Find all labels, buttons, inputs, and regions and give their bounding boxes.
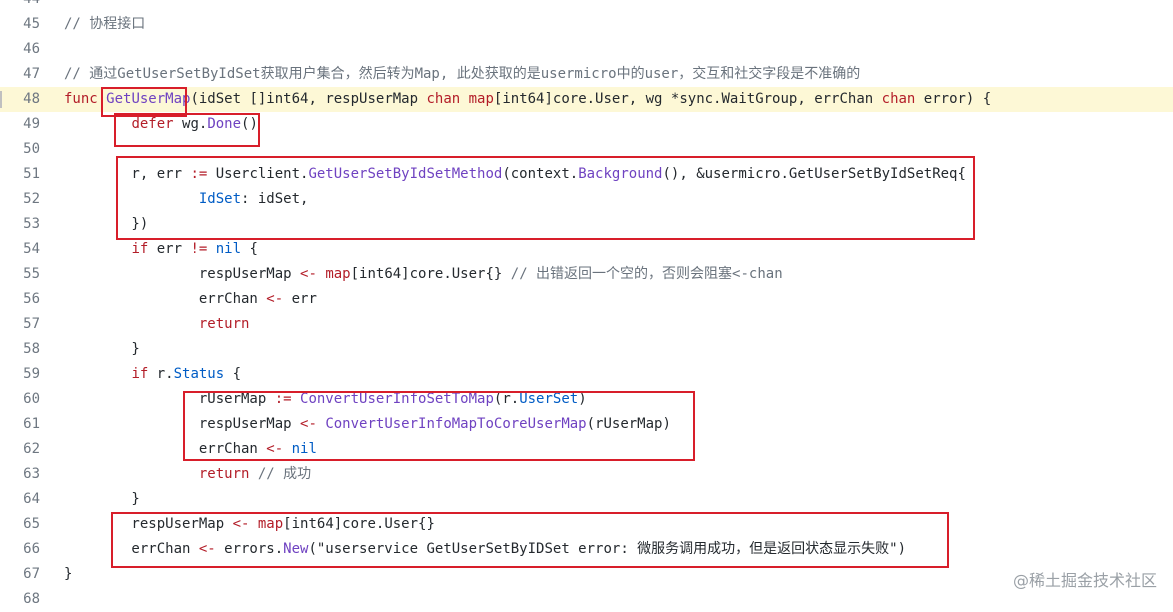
code-text: return // 成功 (64, 462, 311, 487)
code-token: } (64, 566, 73, 582)
highlight-box-success-branch (183, 391, 695, 461)
code-token: return (198, 316, 250, 332)
code-token: Status (173, 366, 225, 382)
code-text: // 协程接口 (64, 12, 145, 37)
code-line[interactable]: 58 } (0, 337, 1173, 362)
code-text: respUserMap <- map[int64]core.User{} // … (64, 262, 783, 287)
line-number: 53 (23, 216, 40, 232)
line-number: 45 (23, 16, 40, 32)
code-token: nil (215, 241, 242, 257)
code-token: if (131, 241, 149, 257)
line-number: 60 (23, 391, 40, 407)
line-number: 65 (23, 516, 40, 532)
code-token: != (190, 241, 208, 257)
line-number: 46 (23, 41, 40, 57)
code-token: [int64]core.User{} (350, 266, 511, 282)
code-token: } (64, 491, 140, 507)
line-number: 52 (23, 191, 40, 207)
code-token: { (224, 366, 242, 382)
line-number: 55 (23, 266, 40, 282)
code-token: error) { (915, 91, 992, 107)
code-token: chan map (426, 91, 494, 107)
code-token: err (148, 241, 191, 257)
code-text: // 通过GetUserSetByIdSet获取用户集合，然后转为Map, 此处… (64, 62, 860, 87)
code-line[interactable]: 54 if err != nil { (0, 237, 1173, 262)
code-line[interactable]: 45 // 协程接口 (0, 12, 1173, 37)
code-text: func GetUserMap(idSet []int64, respUserM… (64, 87, 991, 112)
code-text: } (64, 337, 140, 362)
code-token: err (283, 291, 317, 307)
code-token: map (325, 266, 351, 282)
line-number: 51 (23, 166, 40, 182)
code-token: // 协程接口 (64, 16, 146, 32)
line-number: 67 (23, 566, 40, 582)
code-line[interactable]: 57 return (0, 312, 1173, 337)
line-number: 44 (0, 0, 40, 12)
code-line[interactable]: 55 respUserMap <- map[int64]core.User{} … (0, 262, 1173, 287)
line-number: 62 (23, 441, 40, 457)
line-number: 58 (23, 341, 40, 357)
watermark: @稀土掘金技术社区 (1012, 571, 1157, 590)
code-token: // 通过GetUserSetByIdSet获取用户集合，然后转为Map, 此处… (64, 66, 861, 82)
code-text: if r.Status { (64, 362, 241, 387)
code-token: respUserMap (64, 266, 301, 282)
code-line[interactable]: 68 (0, 587, 1173, 612)
highlight-box-rpc-call (116, 156, 975, 240)
line-number: 68 (23, 591, 40, 607)
code-token: if (131, 366, 149, 382)
code-line[interactable]: 59 if r.Status { (0, 362, 1173, 387)
code-token: r. (148, 366, 174, 382)
line-number: 54 (23, 241, 40, 257)
code-text: } (64, 487, 140, 512)
line-number: 59 (23, 366, 40, 382)
code-token: <- (266, 291, 284, 307)
code-line[interactable]: 64 } (0, 487, 1173, 512)
code-text: if err != nil { (64, 237, 258, 262)
line-number: 49 (23, 116, 40, 132)
code-token: // 成功 (257, 466, 312, 482)
line-number: 57 (23, 316, 40, 332)
line-number: 47 (23, 66, 40, 82)
code-token: { (241, 241, 258, 257)
code-line[interactable]: 47 // 通过GetUserSetByIdSet获取用户集合，然后转为Map, … (0, 62, 1173, 87)
code-token: } (64, 341, 140, 357)
code-text: return (64, 312, 250, 337)
highlight-box-defer (114, 113, 260, 147)
line-number: 63 (23, 466, 40, 482)
line-number: 56 (23, 291, 40, 307)
line-number: 61 (23, 416, 40, 432)
code-token: (idSet []int64, respUserMap (190, 91, 427, 107)
highlight-box-error-tail (111, 512, 949, 568)
line-number: 66 (23, 541, 40, 557)
code-token: return (198, 466, 250, 482)
code-token: // 出错返回一个空的，否则会阻塞<-chan (510, 266, 783, 282)
line-number: 48 (23, 91, 40, 107)
code-token: errChan (64, 291, 267, 307)
code-text: } (64, 562, 72, 587)
code-text: errChan <- err (64, 287, 317, 312)
code-line[interactable]: 56 errChan <- err (0, 287, 1173, 312)
line-number: 50 (23, 141, 40, 157)
code-token: chan (881, 91, 916, 107)
code-line[interactable]: 63 return // 成功 (0, 462, 1173, 487)
code-line[interactable]: 46 (0, 37, 1173, 62)
code-token: <- (300, 266, 317, 282)
code-token: func (64, 91, 107, 107)
code-line[interactable]: 44 (0, 0, 1173, 12)
code-token: [int64]core.User, wg *sync.WaitGroup, er… (493, 91, 882, 107)
line-number: 64 (23, 491, 40, 507)
